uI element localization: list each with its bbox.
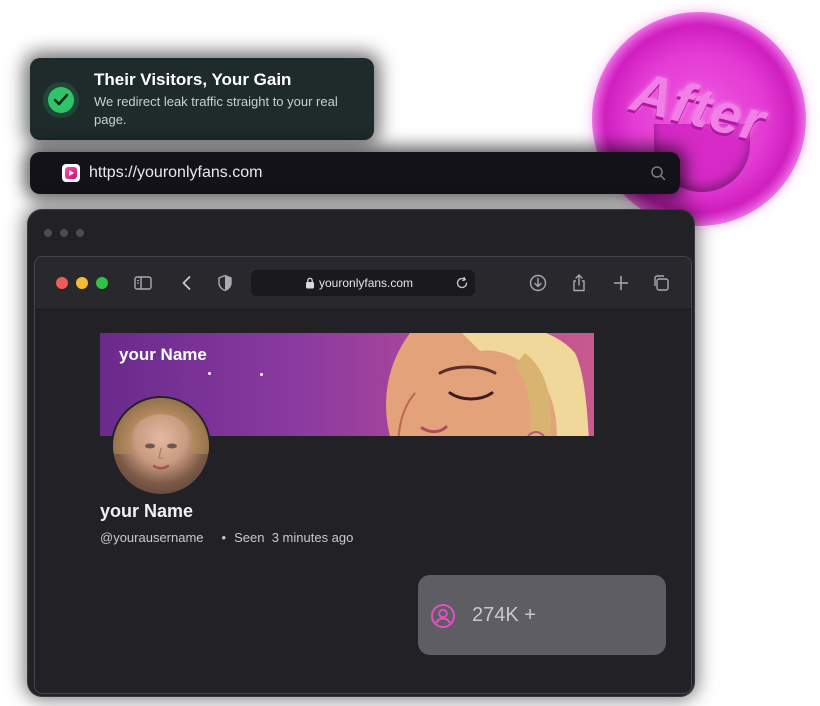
tabs-overview-icon[interactable] [651, 273, 671, 293]
check-circle-icon [48, 87, 74, 113]
search-icon[interactable] [650, 165, 666, 181]
close-window-button[interactable] [56, 277, 68, 289]
profile-username: @yourausername [100, 530, 204, 545]
sidebar-icon[interactable] [133, 273, 153, 293]
lock-icon [306, 277, 314, 289]
user-circle-icon [431, 604, 455, 628]
avatar-face [145, 443, 177, 470]
address-bar[interactable]: youronlyfans.com [251, 270, 475, 296]
maximize-window-button[interactable] [96, 277, 108, 289]
profile-meta: @yourausername • Seen 3 minutes ago [100, 530, 353, 545]
separator-dot: • [221, 530, 227, 545]
browser-window: youronlyfans.com your Name your Name @yo… [34, 256, 692, 694]
seen-time: 3 minutes ago [271, 530, 354, 545]
banner-name: your Name [119, 345, 207, 364]
notification-description: We redirect leak traffic straight to you… [94, 94, 338, 127]
url-search-bar[interactable]: https://youronlyfans.com [30, 152, 680, 194]
back-icon[interactable] [177, 273, 197, 293]
minimize-window-button[interactable] [76, 277, 88, 289]
shield-icon[interactable] [215, 273, 235, 293]
app-window: youronlyfans.com your Name your Name @yo… [28, 210, 694, 696]
download-icon[interactable] [528, 273, 548, 293]
site-favicon-icon [62, 164, 80, 182]
sparkle [208, 372, 211, 375]
share-icon[interactable] [569, 273, 589, 293]
seen-label: Seen [234, 530, 265, 545]
url-text: https://youronlyfans.com [89, 164, 263, 181]
visitor-count-card: 274K + [418, 575, 666, 655]
reload-icon[interactable] [455, 276, 469, 290]
new-tab-icon[interactable] [611, 273, 631, 293]
visitor-count: 274K + [472, 604, 536, 626]
profile-name: your Name [100, 501, 194, 521]
window-dots [44, 224, 92, 242]
avatar[interactable] [111, 396, 211, 496]
notification-title: Their Visitors, Your Gain [94, 70, 292, 89]
browser-toolbar: youronlyfans.com [35, 257, 691, 310]
banner-illustration [386, 333, 589, 436]
address-domain: youronlyfans.com [319, 276, 414, 290]
sparkle [260, 373, 263, 376]
notification-card: Their Visitors, Your Gain We redirect le… [30, 58, 374, 140]
